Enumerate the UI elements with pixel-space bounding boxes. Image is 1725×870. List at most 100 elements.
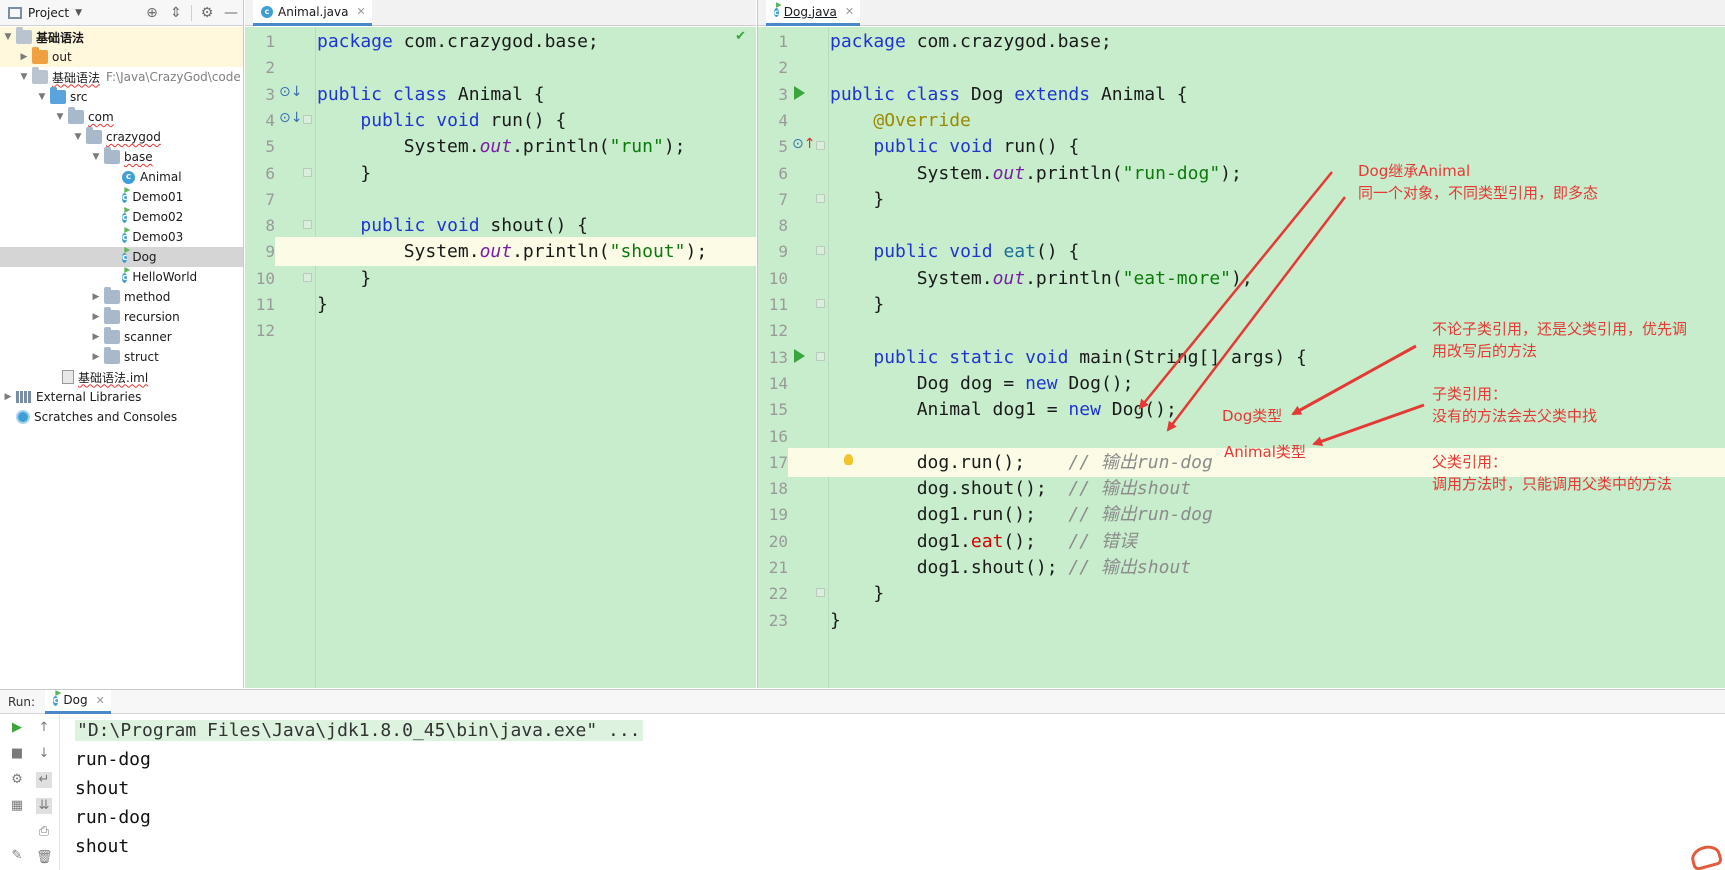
code-line[interactable]: 20 dog1.eat(); // 错误 xyxy=(758,527,1725,556)
tab-animal-java[interactable]: c Animal.java ✕ xyxy=(253,0,372,26)
code-line[interactable]: 23} xyxy=(758,606,1725,635)
code-line[interactable]: 3 public class Animal { xyxy=(245,80,756,109)
code-line[interactable]: 5 System.out.println("run"); xyxy=(245,132,756,161)
fold-marker-icon[interactable] xyxy=(816,141,825,151)
restore-layout-icon[interactable]: ⚙ xyxy=(9,772,25,788)
collapse-arrow-icon[interactable]: ▶ xyxy=(18,52,30,62)
fold-marker-icon[interactable] xyxy=(816,246,825,256)
fold-marker-icon[interactable] xyxy=(303,272,312,282)
collapse-arrow-icon[interactable]: ▶ xyxy=(90,292,102,302)
tree-item-out[interactable]: ▶ out xyxy=(0,47,243,67)
fold-marker-icon[interactable] xyxy=(816,193,825,203)
soft-wrap-icon[interactable]: ↵ xyxy=(36,772,52,788)
code-line[interactable]: 9 public void eat() { xyxy=(758,237,1725,266)
down-arrow-icon[interactable]: ↓ xyxy=(36,746,52,762)
code-line[interactable]: 4 public void run() { xyxy=(245,106,756,135)
stop-icon[interactable]: ■ xyxy=(9,746,25,762)
collapse-arrow-icon[interactable]: ▶ xyxy=(90,312,102,322)
project-title[interactable]: Project xyxy=(28,6,69,20)
code-line[interactable]: 10 System.out.println("eat-more"); xyxy=(758,264,1725,293)
code-line[interactable]: 4 @Override xyxy=(758,106,1725,135)
tree-item-helloworld[interactable]: c HelloWorld xyxy=(0,267,243,287)
tree-item-scanner[interactable]: ▶ scanner xyxy=(0,327,243,347)
tree-item-recursion[interactable]: ▶ recursion xyxy=(0,307,243,327)
pin-icon[interactable]: ✎ xyxy=(9,848,25,864)
code-line[interactable]: 19 dog1.run(); // 输出run-dog xyxy=(758,500,1725,529)
code-line[interactable]: 9 System.out.println("shout"); xyxy=(245,237,756,267)
tree-item-module[interactable]: ▼ 基础语法 F:\Java\CrazyGod\code xyxy=(0,67,243,87)
implemented-method-icon[interactable]: ⊙↓ xyxy=(279,110,302,126)
up-arrow-icon[interactable]: ↑ xyxy=(36,720,52,736)
tree-item-animal[interactable]: c Animal xyxy=(0,167,243,187)
fold-marker-icon[interactable] xyxy=(816,299,825,308)
fold-marker-icon[interactable] xyxy=(303,167,312,177)
run-gutter-icon[interactable] xyxy=(794,348,805,363)
collapse-arrow-icon[interactable]: ▶ xyxy=(90,352,102,362)
close-icon[interactable]: ✕ xyxy=(356,5,365,18)
locate-icon[interactable]: ⊕ xyxy=(140,5,164,21)
code-line[interactable]: 11 } xyxy=(758,290,1725,319)
tree-item-crazygod[interactable]: ▼ crazygod xyxy=(0,127,243,147)
tree-item-demo01[interactable]: c Demo01 xyxy=(0,187,243,207)
expand-arrow-icon[interactable]: ▼ xyxy=(36,92,48,102)
fold-marker-icon[interactable] xyxy=(816,351,825,361)
gear-icon[interactable]: ⚙ xyxy=(195,5,219,21)
code-line[interactable]: 7 xyxy=(245,185,756,214)
code-line[interactable]: 10 } xyxy=(245,264,756,293)
implemented-method-icon[interactable]: ⊙↓ xyxy=(279,84,302,100)
print-icon[interactable]: ⎙ xyxy=(36,824,52,840)
layout-icon[interactable]: ▦ xyxy=(9,798,25,814)
close-icon[interactable]: ✕ xyxy=(96,694,105,707)
code-line[interactable]: 3 public class Dog extends Animal { xyxy=(758,80,1725,109)
code-line[interactable]: 22 } xyxy=(758,579,1725,608)
rerun-icon[interactable]: ▶ xyxy=(9,720,25,736)
tree-item-root[interactable]: ▼ 基础语法 xyxy=(0,27,243,47)
hide-icon[interactable]: — xyxy=(219,5,243,21)
tree-item-dog[interactable]: c Dog xyxy=(0,247,243,267)
expand-arrow-icon[interactable]: ▼ xyxy=(54,112,66,122)
expand-arrow-icon[interactable]: ▼ xyxy=(2,32,14,42)
collapse-arrow-icon[interactable]: ▶ xyxy=(2,392,14,402)
override-method-icon[interactable]: ⊙↑ xyxy=(792,136,815,152)
expand-arrow-icon[interactable]: ▼ xyxy=(90,152,102,162)
code-line[interactable]: 1 package com.crazygod.base; xyxy=(245,27,756,56)
tree-item-scratches[interactable]: Scratches and Consoles xyxy=(0,407,243,427)
code-line[interactable]: 2 xyxy=(758,53,1725,82)
code-line[interactable]: 6 } xyxy=(245,159,756,188)
tree-item-demo03[interactable]: c Demo03 xyxy=(0,227,243,247)
chevron-down-icon[interactable]: ▼ xyxy=(75,8,82,18)
project-view-icon[interactable] xyxy=(8,6,22,19)
code-line[interactable]: 8 xyxy=(758,211,1725,240)
tree-item-iml[interactable]: 基础语法.iml xyxy=(0,367,243,387)
code-area[interactable]: ✔ 1 package com.crazygod.base; 2 3 public cl… xyxy=(245,27,756,688)
tree-item-demo02[interactable]: c Demo02 xyxy=(0,207,243,227)
tree-item-external-libraries[interactable]: ▶ External Libraries xyxy=(0,387,243,407)
tree-item-com[interactable]: ▼ com xyxy=(0,107,243,127)
code-line[interactable]: 1 package com.crazygod.base; xyxy=(758,27,1725,56)
collapse-all-icon[interactable]: ⇕ xyxy=(164,5,188,21)
code-line[interactable]: 2 xyxy=(245,53,756,82)
fold-marker-icon[interactable] xyxy=(303,114,312,124)
tree-item-base[interactable]: ▼ base xyxy=(0,147,243,167)
code-line[interactable]: 21 dog1.shout(); // 输出shout xyxy=(758,553,1725,582)
close-icon[interactable]: ✕ xyxy=(845,5,854,18)
tree-item-src[interactable]: ▼ src xyxy=(0,87,243,107)
fold-marker-icon[interactable] xyxy=(303,220,312,230)
lightbulb-icon[interactable] xyxy=(844,453,853,465)
collapse-arrow-icon[interactable]: ▶ xyxy=(90,332,102,342)
tree-item-method[interactable]: ▶ method xyxy=(0,287,243,307)
expand-arrow-icon[interactable]: ▼ xyxy=(18,72,30,82)
scroll-to-end-icon[interactable]: ⇊ xyxy=(36,798,52,814)
console-output[interactable]: "D:\Program Files\Java\jdk1.8.0_45\bin\j… xyxy=(75,716,1725,870)
trash-icon[interactable]: 🗑 xyxy=(36,850,53,866)
tree-item-struct[interactable]: ▶ struct xyxy=(0,347,243,367)
fold-marker-icon[interactable] xyxy=(816,588,825,598)
expand-arrow-icon[interactable]: ▼ xyxy=(72,132,84,142)
code-line[interactable]: 8 public void shout() { xyxy=(245,211,756,240)
run-gutter-icon[interactable] xyxy=(794,85,805,100)
run-tab-dog[interactable]: c Dog ✕ xyxy=(45,689,111,714)
code-line[interactable]: 11} xyxy=(245,290,756,319)
code-line[interactable]: 12 xyxy=(245,316,756,345)
tab-dog-java[interactable]: c Dog.java ✕ xyxy=(766,0,861,26)
code-line[interactable]: 5 public void run() { xyxy=(758,132,1725,161)
